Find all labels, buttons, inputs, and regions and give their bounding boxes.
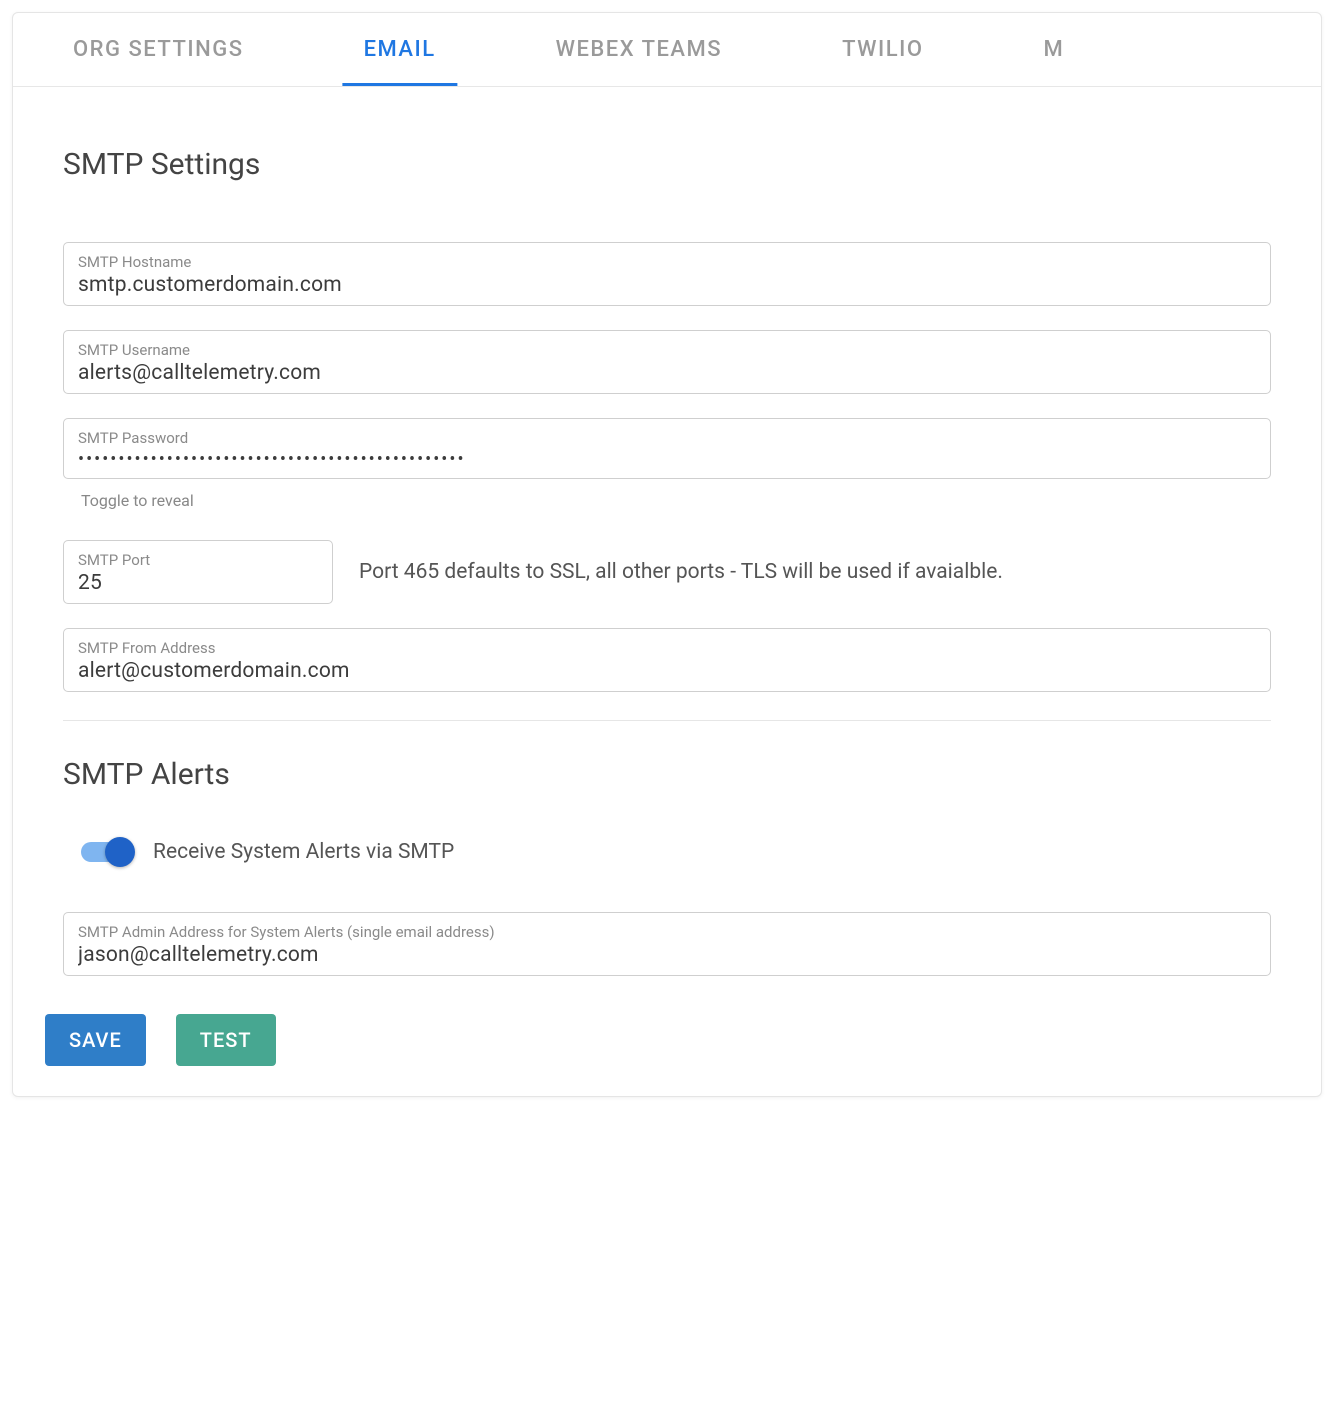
- smtp-port-help: Port 465 defaults to SSL, all other port…: [359, 560, 1003, 584]
- smtp-username-label: SMTP Username: [78, 341, 1256, 359]
- smtp-username-input[interactable]: [78, 361, 1256, 385]
- alerts-toggle-row: Receive System Alerts via SMTP: [81, 840, 1271, 864]
- tab-twilio[interactable]: TWILIO: [782, 13, 983, 86]
- content-area: SMTP Settings SMTP Hostname SMTP Usernam…: [13, 87, 1321, 1086]
- smtp-from-label: SMTP From Address: [78, 639, 1256, 657]
- smtp-port-field[interactable]: SMTP Port: [63, 540, 333, 604]
- smtp-settings-heading: SMTP Settings: [63, 147, 1271, 182]
- tab-org-settings[interactable]: ORG SETTINGS: [13, 13, 304, 86]
- settings-card: ORG SETTINGS EMAIL WEBEX TEAMS TWILIO M …: [12, 12, 1322, 1097]
- tab-next-partial[interactable]: M: [984, 13, 1065, 86]
- alerts-toggle-switch[interactable]: [81, 842, 131, 862]
- smtp-hostname-input[interactable]: [78, 273, 1256, 297]
- action-buttons: SAVE TEST: [45, 1014, 1271, 1066]
- smtp-admin-field[interactable]: SMTP Admin Address for System Alerts (si…: [63, 912, 1271, 976]
- smtp-password-input[interactable]: [78, 449, 1256, 470]
- smtp-port-label: SMTP Port: [78, 551, 318, 569]
- section-divider: [63, 720, 1271, 721]
- smtp-password-field[interactable]: SMTP Password: [63, 418, 1271, 479]
- tab-webex-teams[interactable]: WEBEX TEAMS: [496, 13, 782, 86]
- smtp-admin-label: SMTP Admin Address for System Alerts (si…: [78, 923, 1256, 941]
- smtp-password-label: SMTP Password: [78, 429, 1256, 447]
- alerts-toggle-label: Receive System Alerts via SMTP: [153, 840, 454, 864]
- smtp-password-hint: Toggle to reveal: [81, 491, 1271, 510]
- smtp-admin-input[interactable]: [78, 943, 1256, 967]
- test-button[interactable]: TEST: [176, 1014, 276, 1066]
- smtp-from-input[interactable]: [78, 659, 1256, 683]
- smtp-port-input[interactable]: [78, 571, 318, 595]
- smtp-username-field[interactable]: SMTP Username: [63, 330, 1271, 394]
- tab-email[interactable]: EMAIL: [304, 13, 496, 86]
- smtp-hostname-label: SMTP Hostname: [78, 253, 1256, 271]
- save-button[interactable]: SAVE: [45, 1014, 146, 1066]
- smtp-from-field[interactable]: SMTP From Address: [63, 628, 1271, 692]
- tab-bar: ORG SETTINGS EMAIL WEBEX TEAMS TWILIO M: [13, 13, 1321, 87]
- smtp-alerts-heading: SMTP Alerts: [63, 757, 1271, 792]
- smtp-hostname-field[interactable]: SMTP Hostname: [63, 242, 1271, 306]
- smtp-port-row: SMTP Port Port 465 defaults to SSL, all …: [63, 540, 1271, 604]
